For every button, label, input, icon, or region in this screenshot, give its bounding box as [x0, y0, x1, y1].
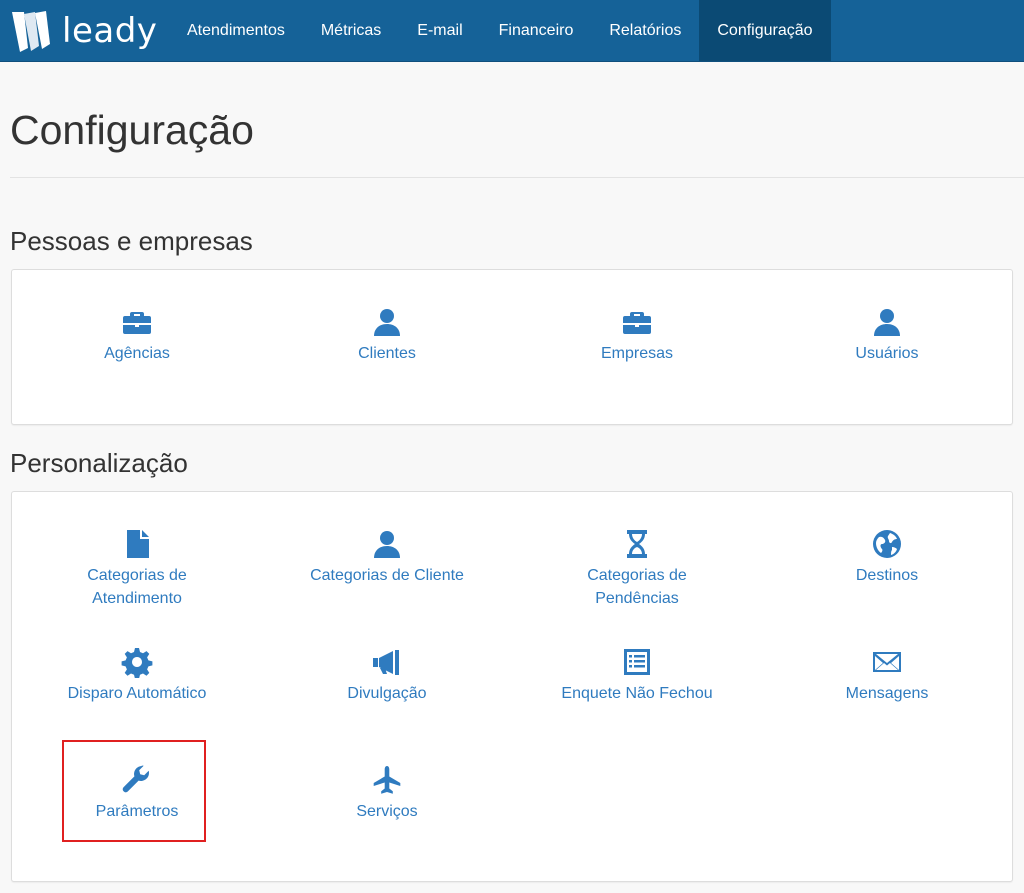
highlight-box: [62, 740, 206, 842]
top-navbar: leady Atendimentos Métricas E-mail Finan…: [0, 0, 1024, 62]
list-icon: [621, 646, 653, 678]
tile-label: Usuários: [855, 345, 919, 362]
tile-label: Categorias de Cliente: [310, 567, 464, 584]
user-icon: [871, 306, 903, 338]
tile-label: Mensagens: [845, 685, 929, 702]
tile-label: Enquete Não Fechou: [561, 685, 713, 702]
tile-label: Empresas: [600, 345, 674, 362]
briefcase-icon: [121, 306, 153, 338]
section-heading-pessoas-empresas: Pessoas e empresas: [10, 226, 253, 256]
nav-item-email[interactable]: E-mail: [399, 0, 480, 61]
tile-label: Disparo Automático: [67, 685, 207, 702]
tile-destinos[interactable]: Destinos: [762, 528, 1012, 587]
page-title: Configuração: [10, 107, 254, 153]
tile-label: Divulgação: [347, 685, 427, 702]
tile-label: Serviços: [356, 803, 418, 820]
nav-item-configuracao[interactable]: Configuração: [699, 0, 831, 61]
tile-servicos[interactable]: Serviços: [262, 764, 512, 823]
panel-personalizacao: Categorias de Atendimento Categorias de …: [11, 491, 1013, 882]
nav-item-metricas[interactable]: Métricas: [303, 0, 399, 61]
nav-item-relatorios[interactable]: Relatórios: [591, 0, 699, 61]
tile-enquete-nao-fechou[interactable]: Enquete Não Fechou: [512, 646, 762, 705]
tile-agencias[interactable]: Agências: [12, 306, 262, 365]
tile-label: Categorias de Atendimento: [87, 567, 187, 607]
title-divider: [10, 177, 1024, 178]
tile-categorias-cliente[interactable]: Categorias de Cliente: [262, 528, 512, 587]
envelope-icon: [871, 646, 903, 678]
brand-link[interactable]: leady: [10, 6, 157, 56]
nav-item-financeiro[interactable]: Financeiro: [481, 0, 592, 61]
tile-label: Clientes: [358, 345, 416, 362]
plane-icon: [371, 764, 403, 796]
tile-empresas[interactable]: Empresas: [512, 306, 762, 365]
leady-logo-icon: [12, 11, 50, 52]
brand-name: leady: [62, 11, 158, 51]
tile-categorias-pendencias[interactable]: Categorias de Pendências: [512, 528, 762, 610]
hourglass-icon: [621, 528, 653, 560]
tile-label: Agências: [104, 345, 170, 362]
file-icon: [121, 528, 153, 560]
megaphone-icon: [371, 646, 403, 678]
tile-clientes[interactable]: Clientes: [262, 306, 512, 365]
nav-item-atendimentos[interactable]: Atendimentos: [169, 0, 303, 61]
panel-pessoas-empresas: Agências Clientes Empresas Usuários: [11, 269, 1013, 425]
user-icon: [371, 528, 403, 560]
tile-usuarios[interactable]: Usuários: [762, 306, 1012, 365]
globe-icon: [871, 528, 903, 560]
tile-label: Destinos: [855, 567, 919, 584]
tile-categorias-atendimento[interactable]: Categorias de Atendimento: [12, 528, 262, 610]
tile-mensagens[interactable]: Mensagens: [762, 646, 1012, 705]
gear-icon: [121, 646, 153, 678]
tile-divulgacao[interactable]: Divulgação: [262, 646, 512, 705]
main-nav: Atendimentos Métricas E-mail Financeiro …: [169, 0, 831, 61]
tile-disparo-automatico[interactable]: Disparo Automático: [12, 646, 262, 705]
tile-label: Categorias de Pendências: [587, 567, 687, 607]
user-icon: [371, 306, 403, 338]
section-heading-personalizacao: Personalização: [10, 448, 188, 478]
briefcase-icon: [621, 306, 653, 338]
